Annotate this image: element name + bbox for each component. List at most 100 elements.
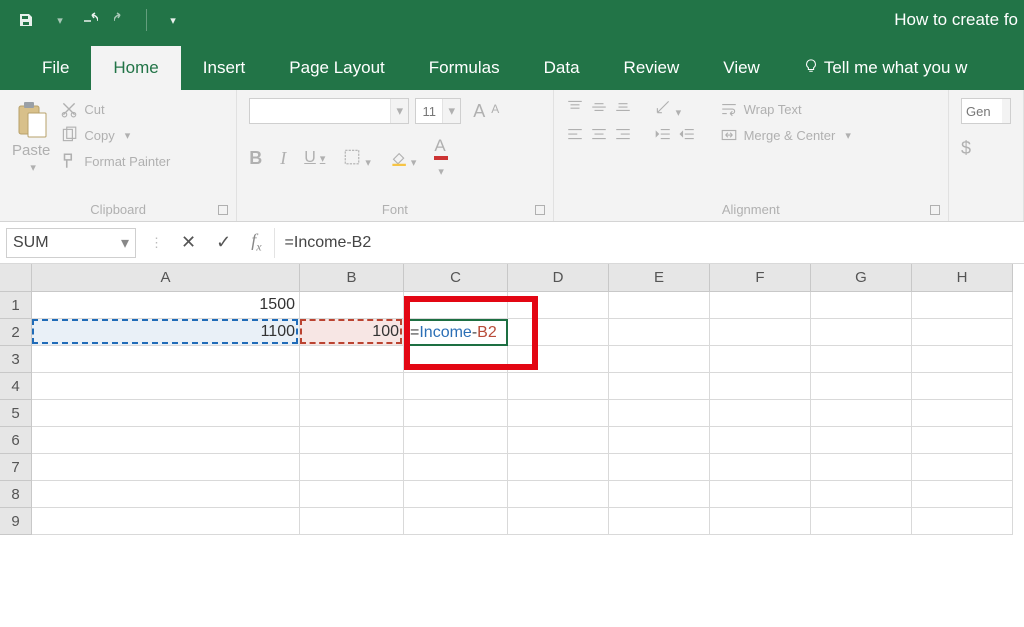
cell[interactable]	[32, 373, 300, 400]
cell[interactable]	[404, 508, 508, 535]
cell[interactable]	[609, 427, 710, 454]
cell[interactable]	[811, 454, 912, 481]
cell[interactable]	[508, 346, 609, 373]
align-right-icon[interactable]	[614, 125, 632, 146]
align-middle-icon[interactable]	[590, 98, 608, 119]
row-header[interactable]: 5	[0, 400, 32, 427]
cell-H2[interactable]	[912, 319, 1013, 346]
cell[interactable]	[912, 373, 1013, 400]
cell-A2[interactable]: 1100	[32, 319, 300, 346]
select-all-button[interactable]	[0, 264, 32, 292]
cell-C1[interactable]	[404, 292, 508, 319]
cell[interactable]	[912, 346, 1013, 373]
cell-G1[interactable]	[811, 292, 912, 319]
cell[interactable]	[404, 481, 508, 508]
row-header[interactable]: 2	[0, 319, 32, 346]
indent-decrease-icon[interactable]	[654, 125, 672, 146]
font-name-box[interactable]: ▾	[249, 98, 409, 124]
cell[interactable]	[811, 400, 912, 427]
tab-view[interactable]: View	[701, 46, 782, 90]
save-dd-icon[interactable]	[50, 12, 66, 28]
cell[interactable]	[710, 427, 811, 454]
clipboard-dialog-launcher[interactable]	[218, 205, 228, 215]
row-header[interactable]: 1	[0, 292, 32, 319]
cell-F1[interactable]	[710, 292, 811, 319]
tab-review[interactable]: Review	[602, 46, 702, 90]
cell[interactable]	[710, 481, 811, 508]
cell[interactable]	[912, 481, 1013, 508]
cell[interactable]	[32, 427, 300, 454]
cell[interactable]	[300, 346, 404, 373]
name-box[interactable]: SUM	[6, 228, 136, 258]
cell[interactable]	[404, 400, 508, 427]
cell[interactable]	[404, 346, 508, 373]
cell[interactable]	[609, 481, 710, 508]
accounting-format-icon[interactable]: $	[961, 138, 971, 159]
cell[interactable]	[609, 373, 710, 400]
cell[interactable]	[300, 427, 404, 454]
cell[interactable]	[508, 400, 609, 427]
qat-customize-icon[interactable]	[163, 12, 179, 28]
bold-button[interactable]: B	[249, 148, 262, 169]
tab-page-layout[interactable]: Page Layout	[267, 46, 406, 90]
format-painter-button[interactable]: Format Painter	[60, 152, 170, 170]
align-left-icon[interactable]	[566, 125, 584, 146]
cell[interactable]	[32, 481, 300, 508]
name-box-dd-icon[interactable]	[121, 233, 129, 253]
col-header-D[interactable]: D	[508, 264, 609, 292]
cell[interactable]	[710, 454, 811, 481]
cell[interactable]	[811, 346, 912, 373]
cell[interactable]	[710, 400, 811, 427]
underline-button[interactable]: U	[304, 149, 325, 167]
row-header[interactable]: 6	[0, 427, 32, 454]
enter-formula-icon[interactable]: ✓	[216, 232, 231, 253]
row-header[interactable]: 8	[0, 481, 32, 508]
col-header-C[interactable]: C	[404, 264, 508, 292]
font-name-input[interactable]	[250, 99, 390, 123]
cell[interactable]	[609, 454, 710, 481]
cell[interactable]	[508, 454, 609, 481]
cell[interactable]	[508, 481, 609, 508]
formula-input[interactable]: =Income-B2	[274, 228, 1024, 258]
cell[interactable]	[912, 427, 1013, 454]
font-size-dd-icon[interactable]: ▾	[442, 99, 460, 123]
cell-F2[interactable]	[710, 319, 811, 346]
font-name-dd-icon[interactable]: ▾	[390, 99, 408, 123]
row-header[interactable]: 3	[0, 346, 32, 373]
cell[interactable]	[811, 508, 912, 535]
cancel-formula-icon[interactable]: ✕	[181, 232, 196, 253]
border-button[interactable]	[343, 148, 371, 169]
col-header-G[interactable]: G	[811, 264, 912, 292]
cell[interactable]	[32, 508, 300, 535]
number-format-box[interactable]	[961, 98, 1011, 124]
font-color-button[interactable]: A	[434, 136, 448, 180]
cell[interactable]	[710, 373, 811, 400]
cell[interactable]	[32, 346, 300, 373]
cell-A1[interactable]: 1500	[32, 292, 300, 319]
col-header-F[interactable]: F	[710, 264, 811, 292]
cell[interactable]	[811, 481, 912, 508]
number-format-input[interactable]	[962, 99, 1002, 123]
cell[interactable]	[811, 427, 912, 454]
font-dialog-launcher[interactable]	[535, 205, 545, 215]
cell-B1[interactable]	[300, 292, 404, 319]
tab-home[interactable]: Home	[91, 46, 180, 90]
cell[interactable]	[508, 427, 609, 454]
cell[interactable]	[912, 454, 1013, 481]
cell[interactable]	[710, 508, 811, 535]
save-icon[interactable]	[18, 12, 34, 28]
align-top-icon[interactable]	[566, 98, 584, 119]
shrink-font-icon[interactable]	[491, 101, 499, 116]
cell-E1[interactable]	[609, 292, 710, 319]
cell-D1[interactable]	[508, 292, 609, 319]
cell[interactable]	[508, 373, 609, 400]
cell[interactable]	[811, 373, 912, 400]
insert-function-icon[interactable]: fx	[251, 230, 261, 255]
tab-data[interactable]: Data	[522, 46, 602, 90]
cell[interactable]	[710, 346, 811, 373]
paste-button[interactable]: Paste	[12, 98, 50, 174]
cell[interactable]	[300, 373, 404, 400]
row-header[interactable]: 9	[0, 508, 32, 535]
cell[interactable]	[300, 508, 404, 535]
cell-C2-editing[interactable]: =Income-B2	[404, 319, 508, 346]
